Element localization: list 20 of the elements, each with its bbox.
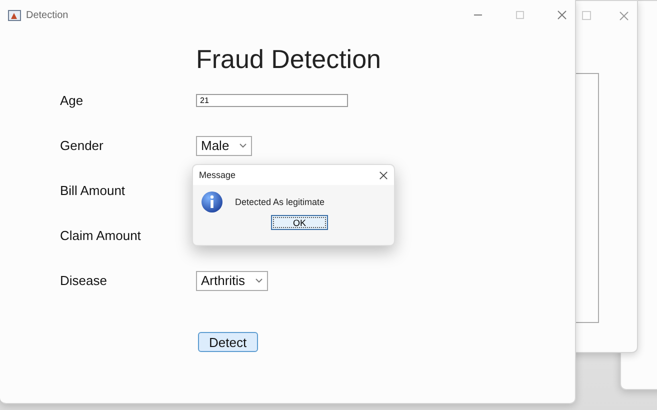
- info-icon: [201, 191, 223, 213]
- field-label: Disease: [60, 272, 108, 290]
- detect-button[interactable]: Detect: [198, 332, 258, 352]
- heading: Fraud Detection: [196, 43, 382, 76]
- field-label: Gender: [60, 137, 104, 155]
- window-title: Detection: [26, 10, 70, 20]
- dropdown[interactable]: Male: [196, 136, 252, 156]
- dialog-title: Message: [199, 170, 236, 180]
- dropdown[interactable]: Arthritis: [196, 270, 268, 290]
- app-icon: [8, 10, 21, 20]
- ok-button[interactable]: OK: [271, 215, 328, 230]
- close-icon[interactable]: [379, 170, 388, 180]
- close-icon[interactable]: [557, 10, 567, 20]
- field-label: Age: [60, 92, 84, 110]
- chevron-down-icon: [239, 143, 248, 148]
- dialog-message: Detected As legitimate: [235, 197, 325, 207]
- chevron-down-icon: [255, 278, 264, 283]
- field-label: Bill Amount: [60, 182, 126, 200]
- age-field[interactable]: 21: [196, 94, 348, 107]
- field-label: Claim Amount: [60, 227, 142, 245]
